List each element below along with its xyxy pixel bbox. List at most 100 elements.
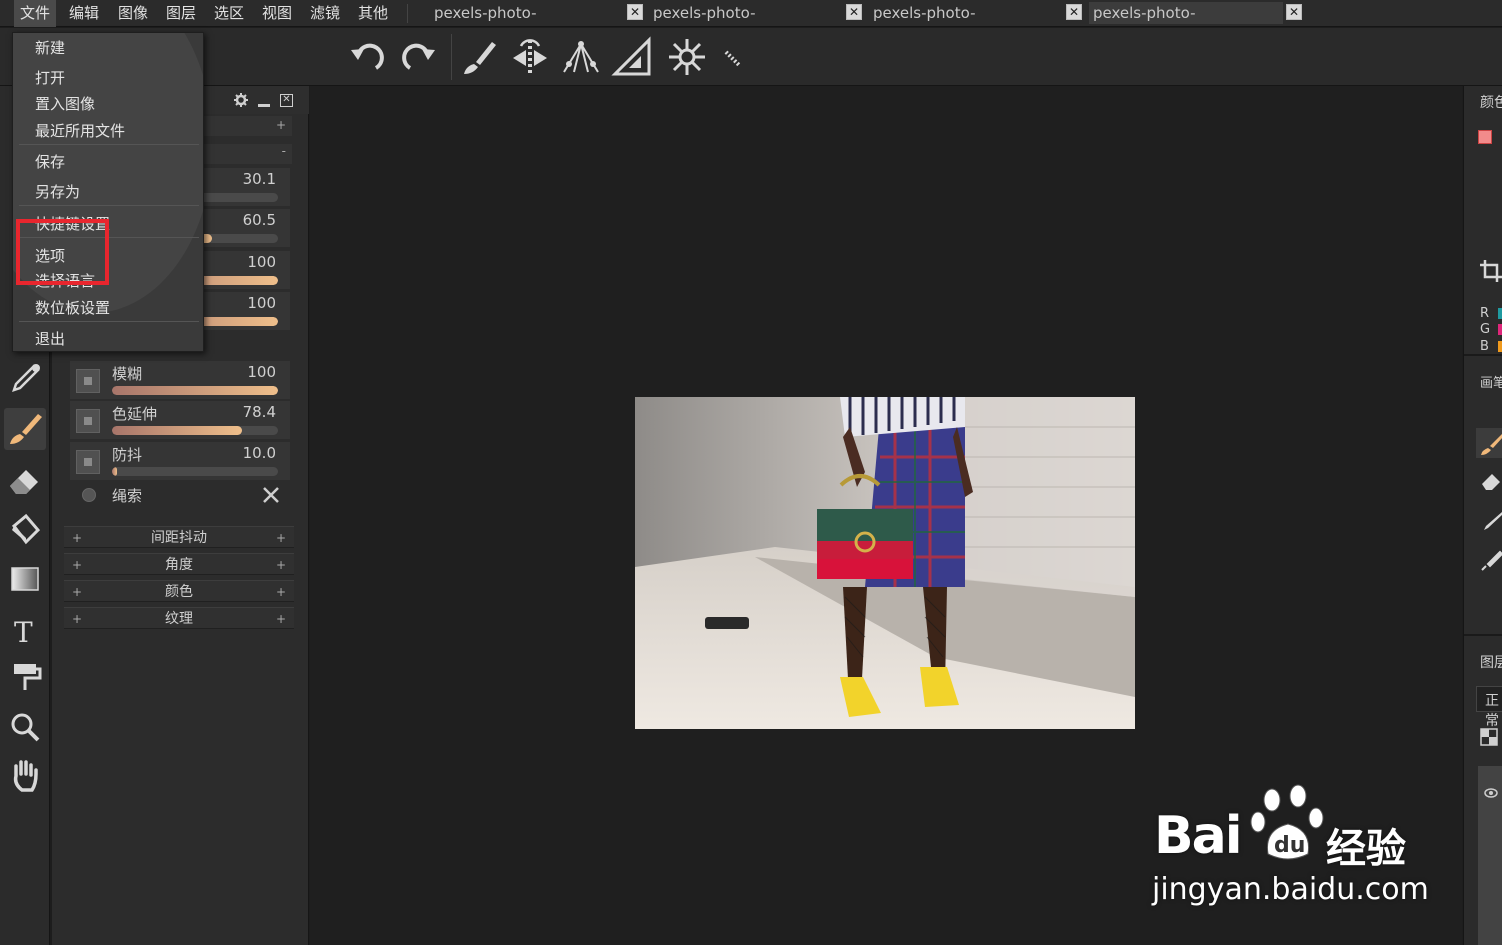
text-icon[interactable]: T bbox=[4, 608, 46, 650]
foreground-color-swatch[interactable] bbox=[1478, 130, 1492, 144]
menu-file[interactable]: 文件 bbox=[14, 0, 57, 27]
blend-mode-value: 正常 bbox=[1485, 693, 1499, 729]
g-bar[interactable] bbox=[1498, 324, 1502, 335]
lasso-row[interactable]: 绳索 bbox=[70, 482, 290, 508]
slider-toggle-checkbox[interactable] bbox=[76, 369, 100, 393]
slider-value: 100 bbox=[247, 253, 276, 271]
menu-image[interactable]: 图像 bbox=[112, 0, 154, 27]
gear-icon[interactable] bbox=[234, 93, 248, 107]
menu-item-place-image[interactable]: 置入图像 bbox=[35, 93, 95, 114]
baidu-watermark: Bai du 经验 jingyan.baidu.com bbox=[1150, 780, 1430, 915]
stabilizer-slider[interactable]: 防抖 10.0 bbox=[70, 442, 290, 480]
transparency-lock-icon[interactable] bbox=[1480, 728, 1498, 746]
close-icon[interactable]: ✕ bbox=[1066, 4, 1082, 20]
slider-value: 10.0 bbox=[242, 444, 276, 462]
close-icon[interactable]: ✕ bbox=[280, 94, 293, 107]
b-bar[interactable] bbox=[1498, 341, 1502, 352]
wrench-icon[interactable] bbox=[262, 486, 280, 504]
g-label: G bbox=[1480, 322, 1491, 337]
measure-icon[interactable] bbox=[716, 36, 758, 78]
section-texture[interactable]: + 纹理 + bbox=[64, 607, 294, 629]
tab-document-2[interactable]: pexels-photo-914668.jpeg bbox=[649, 2, 843, 44]
r-bar[interactable] bbox=[1498, 308, 1502, 319]
collapse-icon: - bbox=[281, 144, 286, 158]
brush-icon bbox=[1481, 434, 1502, 455]
slider-track[interactable] bbox=[112, 467, 278, 476]
perspective-icon[interactable] bbox=[560, 36, 602, 78]
menu-separator bbox=[19, 205, 199, 206]
slider-track[interactable] bbox=[112, 426, 278, 435]
airbrush-preset-icon[interactable] bbox=[1480, 550, 1502, 572]
slider-value: 60.5 bbox=[242, 211, 276, 229]
slider-value: 30.1 bbox=[242, 170, 276, 188]
redo-icon[interactable] bbox=[398, 36, 440, 78]
expand-icon: + bbox=[275, 118, 286, 132]
panel-divider bbox=[1464, 354, 1502, 356]
slider-fill bbox=[112, 467, 117, 476]
tab-document-1[interactable]: pexels-photo-911601.jpeg bbox=[430, 2, 624, 44]
menu-item-tablet-settings[interactable]: 数位板设置 bbox=[35, 297, 110, 318]
section-spacing-jitter[interactable]: + 间距抖动 + bbox=[64, 526, 294, 548]
brush-tool-icon[interactable] bbox=[4, 408, 46, 450]
slider-fill bbox=[112, 426, 242, 435]
pencil-preset-icon[interactable] bbox=[1480, 510, 1502, 532]
paint-roller-icon[interactable] bbox=[4, 656, 46, 698]
layer-item[interactable] bbox=[1478, 766, 1502, 945]
minimize-icon[interactable] bbox=[258, 104, 270, 107]
close-icon[interactable]: ✕ bbox=[1286, 4, 1302, 20]
eyedropper-icon[interactable] bbox=[4, 358, 46, 400]
fill-bucket-icon[interactable] bbox=[4, 508, 46, 550]
slider-value: 78.4 bbox=[242, 403, 276, 421]
blur-slider[interactable]: 模糊 100 bbox=[70, 361, 290, 399]
svg-text:T: T bbox=[14, 616, 33, 649]
slider-label: 色延伸 bbox=[112, 405, 158, 423]
slider-track[interactable] bbox=[112, 386, 278, 395]
menu-view[interactable]: 视图 bbox=[256, 0, 298, 27]
menu-item-exit[interactable]: 退出 bbox=[35, 328, 65, 349]
menu-item-save[interactable]: 保存 bbox=[35, 151, 65, 172]
watermark-brand: Bai bbox=[1154, 806, 1243, 866]
brush-preset-active[interactable] bbox=[1476, 428, 1502, 458]
menu-bar: 文件 编辑 图像 图层 选区 视图 滤镜 其他 pexels-photo-911… bbox=[0, 0, 1502, 44]
right-panel: 颜色 R G B 画笔 图层 正常 bbox=[1463, 86, 1502, 945]
hand-icon[interactable] bbox=[4, 754, 46, 796]
eye-icon[interactable] bbox=[1484, 788, 1498, 798]
undo-icon[interactable] bbox=[346, 36, 388, 78]
watermark-url: jingyan.baidu.com bbox=[1152, 872, 1429, 907]
lasso-radio[interactable] bbox=[82, 488, 96, 502]
menu-select[interactable]: 选区 bbox=[208, 0, 250, 27]
menu-separator bbox=[19, 144, 199, 145]
menu-item-new[interactable]: 新建 bbox=[35, 37, 65, 58]
document-image[interactable] bbox=[635, 397, 1135, 729]
brush-icon[interactable] bbox=[458, 36, 500, 78]
menu-edit[interactable]: 编辑 bbox=[63, 0, 105, 27]
symmetry-icon[interactable] bbox=[509, 36, 551, 78]
menu-other[interactable]: 其他 bbox=[352, 0, 394, 27]
close-icon[interactable]: ✕ bbox=[846, 4, 862, 20]
slider-fill bbox=[112, 386, 278, 395]
kaleidoscope-icon[interactable] bbox=[666, 36, 708, 78]
section-color[interactable]: + 颜色 + bbox=[64, 580, 294, 602]
gradient-icon[interactable] bbox=[4, 558, 46, 600]
tab-document-3[interactable]: pexels-photo-920735.jpeg bbox=[869, 2, 1063, 44]
menu-layer[interactable]: 图层 bbox=[160, 0, 202, 27]
ruler-icon[interactable] bbox=[611, 36, 653, 78]
eraser-preset-icon[interactable] bbox=[1480, 470, 1502, 492]
slider-toggle-checkbox[interactable] bbox=[76, 409, 100, 433]
blend-mode-select[interactable]: 正常 bbox=[1476, 686, 1502, 729]
panel-section-expanded[interactable]: - bbox=[192, 144, 292, 164]
menu-item-recent-files[interactable]: 最近所用文件 bbox=[35, 120, 125, 141]
zoom-icon[interactable] bbox=[4, 706, 46, 748]
menu-filter[interactable]: 滤镜 bbox=[304, 0, 346, 27]
panel-section-collapsed[interactable]: + bbox=[192, 116, 292, 136]
tab-document-4[interactable]: pexels-photo-932401.jpeg bbox=[1089, 2, 1283, 44]
color-stretch-slider[interactable]: 色延伸 78.4 bbox=[70, 401, 290, 439]
eraser-icon[interactable] bbox=[4, 458, 46, 500]
section-angle[interactable]: + 角度 + bbox=[64, 553, 294, 575]
menu-item-open[interactable]: 打开 bbox=[35, 67, 65, 88]
crop-icon[interactable] bbox=[1480, 260, 1502, 282]
close-icon[interactable]: ✕ bbox=[627, 4, 643, 20]
menu-item-save-as[interactable]: 另存为 bbox=[35, 181, 80, 202]
slider-toggle-checkbox[interactable] bbox=[76, 450, 100, 474]
color-panel-label: 颜色 bbox=[1480, 95, 1502, 111]
